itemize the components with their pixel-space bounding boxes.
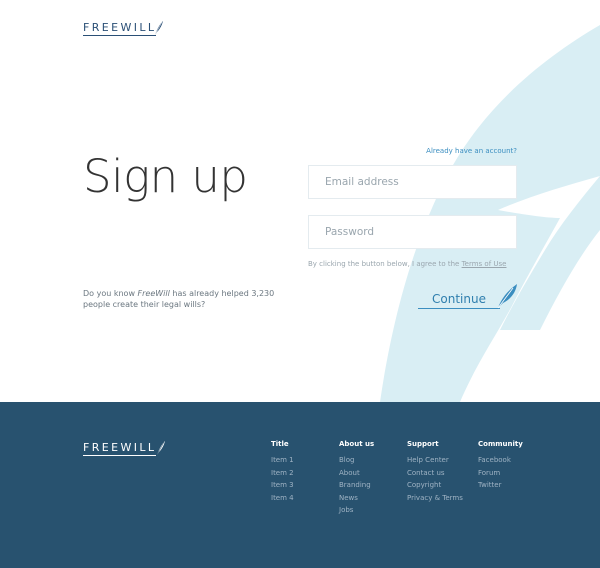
footer-logo[interactable]: FREEWILL — [83, 440, 166, 456]
footer-link[interactable]: Item 1 — [271, 456, 294, 469]
footer-link[interactable]: Item 3 — [271, 481, 294, 494]
footer-logo-text: FREEWILL — [83, 441, 157, 456]
info-brand: FreeWill — [137, 289, 170, 298]
footer-link[interactable]: Jobs — [339, 506, 374, 519]
footer-column-title: Title Item 1 Item 2 Item 3 Item 4 — [271, 440, 294, 506]
footer-column-heading: Support — [407, 440, 439, 448]
info-text: Do you know FreeWill has already helped … — [83, 289, 283, 310]
page-title: Sign up — [83, 150, 248, 203]
footer-link[interactable]: Facebook — [478, 456, 523, 469]
terms-link[interactable]: Terms of Use — [462, 260, 507, 268]
terms-notice: By clicking the button below, I agree to… — [308, 260, 506, 268]
hero-section: FREEWILL Sign up Already have an account… — [0, 0, 600, 402]
footer-link[interactable]: Item 4 — [271, 494, 294, 507]
logo-text: FREEWILL — [83, 21, 157, 36]
footer-link[interactable]: Copyright — [407, 481, 463, 494]
info-prefix: Do you know — [83, 289, 138, 298]
quill-icon — [497, 284, 517, 309]
footer-link[interactable]: Item 2 — [271, 469, 294, 482]
footer-column-heading: About us — [339, 440, 375, 448]
footer-column-heading: Community — [478, 440, 523, 448]
feather-icon — [157, 441, 166, 456]
password-placeholder: Password — [325, 226, 375, 238]
continue-button[interactable]: Continue — [418, 284, 518, 309]
footer-link[interactable]: Twitter — [478, 481, 523, 494]
footer-column-community: Community Facebook Forum Twitter — [478, 440, 523, 494]
footer-link[interactable]: Contact us — [407, 469, 463, 482]
footer-link[interactable]: Forum — [478, 469, 523, 482]
footer-link[interactable]: Blog — [339, 456, 374, 469]
login-link[interactable]: Already have an account? — [308, 147, 517, 155]
footer-link[interactable]: Help Center — [407, 456, 463, 469]
email-field[interactable]: Email address — [308, 165, 517, 199]
footer-link[interactable]: Branding — [339, 481, 374, 494]
email-placeholder: Email address — [325, 176, 399, 188]
password-field[interactable]: Password — [308, 215, 517, 249]
continue-label: Continue — [418, 293, 500, 309]
footer-link[interactable]: News — [339, 494, 374, 507]
footer-column-heading: Title — [271, 440, 289, 448]
footer-column-support: Support Help Center Contact us Copyright… — [407, 440, 463, 506]
footer-link[interactable]: About — [339, 469, 374, 482]
header-logo[interactable]: FREEWILL — [83, 20, 164, 36]
terms-text: By clicking the button below, I agree to… — [308, 260, 462, 268]
footer-column-about: About us Blog About Branding News Jobs — [339, 440, 374, 519]
footer: FREEWILL Title Item 1 Item 2 Item 3 Item… — [0, 402, 600, 568]
footer-link[interactable]: Privacy & Terms — [407, 494, 463, 507]
feather-icon — [155, 21, 164, 36]
